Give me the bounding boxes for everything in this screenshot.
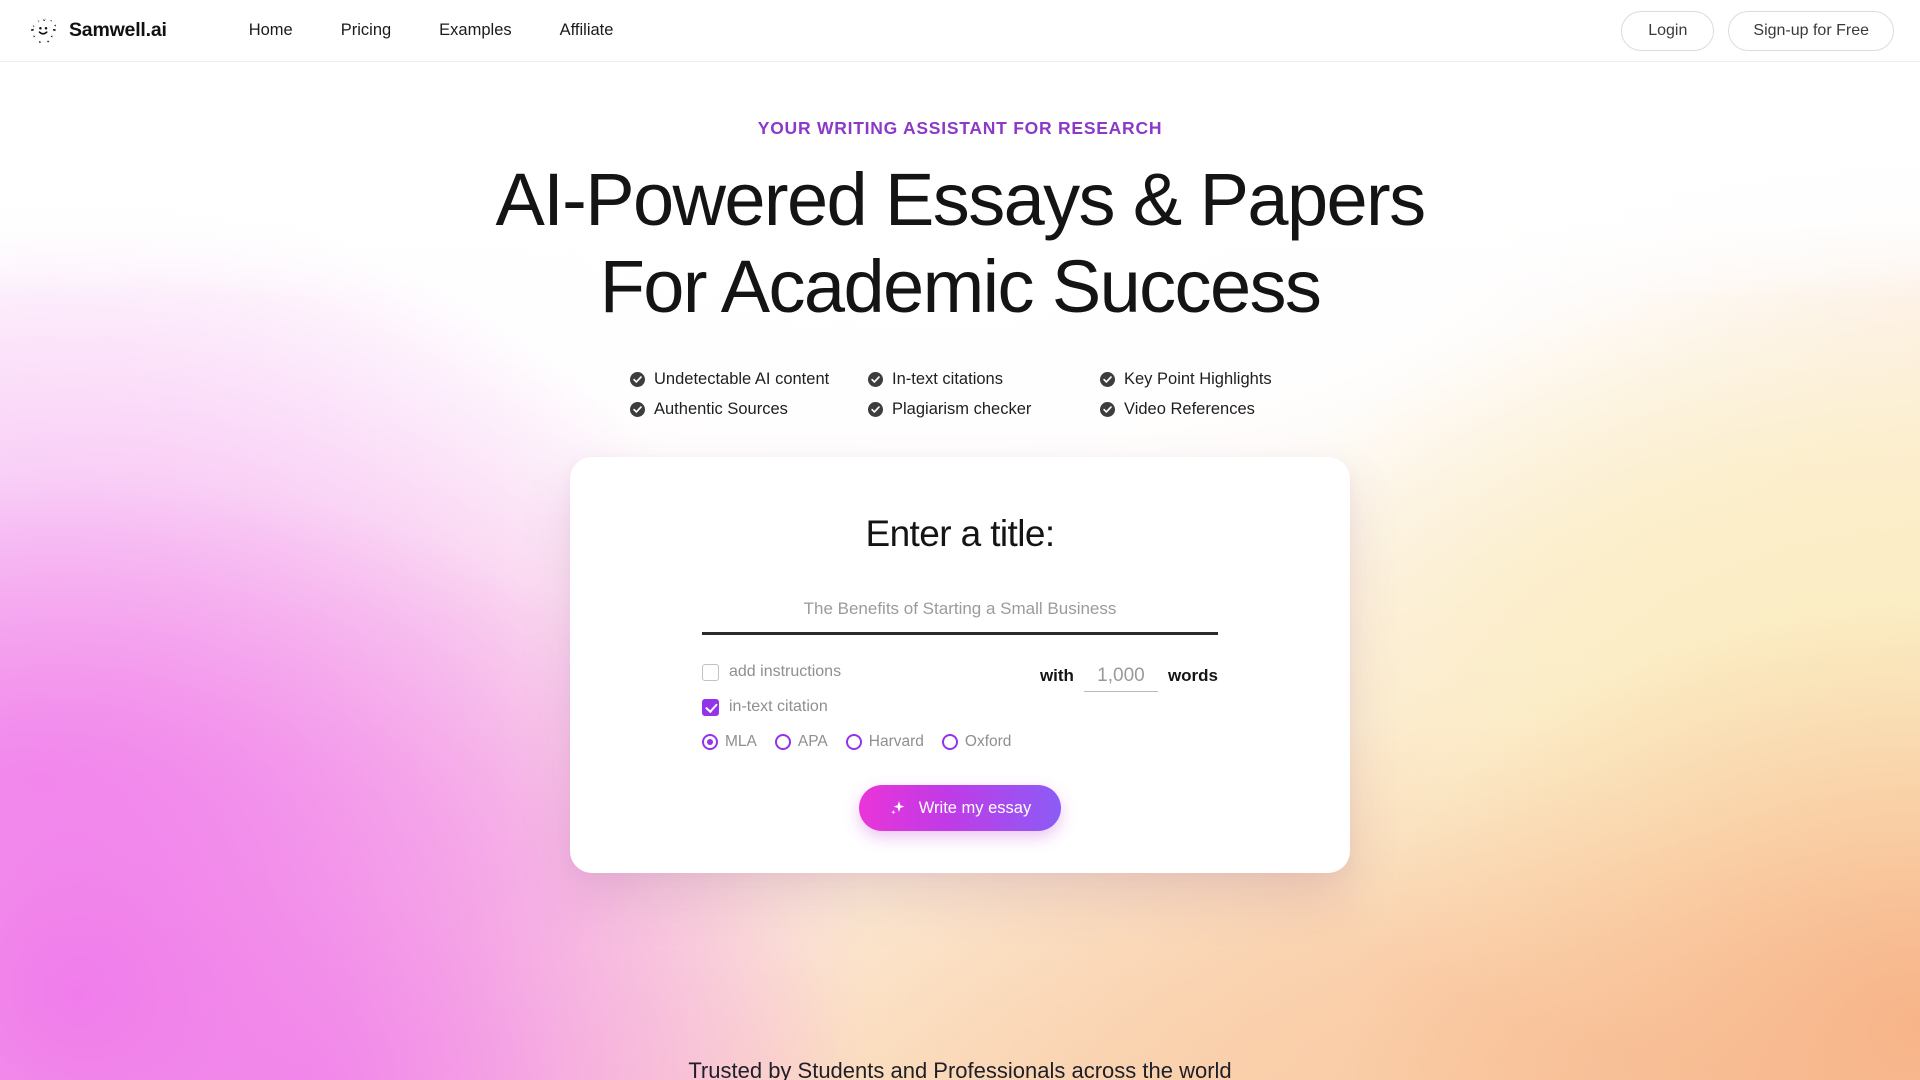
sparkle-icon (889, 800, 906, 817)
citation-style-label: Oxford (964, 733, 1012, 751)
feature-label: In-text citations (892, 370, 1003, 389)
essay-title-input[interactable] (702, 599, 1218, 636)
check-circle-icon (1100, 402, 1115, 418)
check-circle-icon (630, 402, 645, 418)
check-circle-icon (1100, 372, 1115, 388)
feature-item: Key Point Highlights (1100, 370, 1290, 389)
trusted-by-text: Trusted by Students and Professionals ac… (688, 1058, 1232, 1080)
write-my-essay-button[interactable]: Write my essay (858, 785, 1062, 832)
feature-item: Plagiarism checker (868, 400, 1100, 419)
composer-options: add instructions in-text citation MLA AP… (702, 663, 1218, 751)
feature-label: Authentic Sources (654, 400, 788, 419)
radio-icon[interactable] (941, 734, 958, 751)
in-text-citation-checkbox[interactable] (702, 698, 719, 716)
feature-item: Video References (1100, 400, 1290, 419)
in-text-citation-label: in-text citation (729, 698, 828, 716)
word-count-suffix: words (1167, 666, 1218, 686)
radio-icon[interactable] (702, 734, 718, 751)
check-circle-icon (868, 372, 883, 388)
composer-title: Enter a title: (865, 513, 1055, 555)
feature-item: Authentic Sources (630, 400, 868, 419)
nav-item-examples[interactable]: Examples (415, 13, 535, 48)
headline-line-1: AI-Powered Essays & Papers (495, 158, 1426, 241)
essay-composer-card: Enter a title: add instructions in-text … (570, 457, 1350, 874)
nav-item-home[interactable]: Home (225, 13, 317, 48)
options-left-column: add instructions in-text citation MLA AP… (702, 663, 1011, 751)
headline-line-2: For Academic Success (599, 244, 1322, 328)
citation-style-label: APA (797, 733, 828, 751)
citation-style-oxford[interactable]: Oxford (941, 733, 1012, 751)
citation-style-label: Harvard (868, 733, 924, 751)
write-my-essay-label: Write my essay (918, 798, 1032, 817)
radio-icon[interactable] (774, 734, 791, 751)
feature-item: Undetectable AI content (630, 370, 868, 389)
citation-style-label: MLA (725, 733, 757, 751)
citation-style-mla[interactable]: MLA (702, 733, 757, 751)
feature-label: Undetectable AI content (654, 370, 830, 389)
add-instructions-row[interactable]: add instructions (702, 663, 1011, 681)
smiley-sparkle-logo-icon (26, 14, 60, 48)
citation-style-harvard[interactable]: Harvard (845, 733, 924, 751)
feature-item: In-text citations (868, 370, 1100, 389)
check-circle-icon (630, 372, 645, 388)
radio-icon[interactable] (845, 734, 862, 751)
in-text-citation-row[interactable]: in-text citation (702, 698, 1011, 716)
signup-button[interactable]: Sign-up for Free (1728, 10, 1894, 51)
word-count-group: with words (1039, 663, 1218, 693)
feature-label: Key Point Highlights (1124, 370, 1272, 389)
hero-section: YOUR WRITING ASSISTANT FOR RESEARCH AI-P… (0, 62, 1920, 874)
word-count-input[interactable] (1083, 665, 1158, 693)
submit-row: Write my essay (570, 785, 1350, 832)
feature-label: Video References (1124, 400, 1255, 419)
add-instructions-checkbox[interactable] (702, 663, 719, 681)
word-count-prefix: with (1039, 666, 1074, 686)
title-field-wrapper (702, 599, 1218, 636)
login-button[interactable]: Login (1621, 10, 1715, 51)
hero-eyebrow: YOUR WRITING ASSISTANT FOR RESEARCH (757, 118, 1163, 138)
site-header: Samwell.ai Home Pricing Examples Affilia… (0, 0, 1920, 62)
brand-logo[interactable]: Samwell.ai (26, 14, 167, 48)
nav-item-pricing[interactable]: Pricing (317, 13, 415, 48)
add-instructions-label: add instructions (729, 663, 842, 681)
citation-style-apa[interactable]: APA (774, 733, 828, 751)
header-actions: Login Sign-up for Free (1621, 10, 1894, 51)
page-title: AI-Powered Essays & Papers For Academic … (0, 157, 1920, 330)
check-circle-icon (868, 402, 883, 418)
main-navigation: Home Pricing Examples Affiliate (225, 13, 638, 48)
feature-checklist: Undetectable AI content In-text citation… (630, 370, 1290, 419)
brand-name: Samwell.ai (69, 19, 167, 41)
citation-style-group: MLA APA Harvard Oxford (702, 733, 1011, 751)
feature-label: Plagiarism checker (892, 400, 1032, 419)
nav-item-affiliate[interactable]: Affiliate (536, 13, 638, 48)
